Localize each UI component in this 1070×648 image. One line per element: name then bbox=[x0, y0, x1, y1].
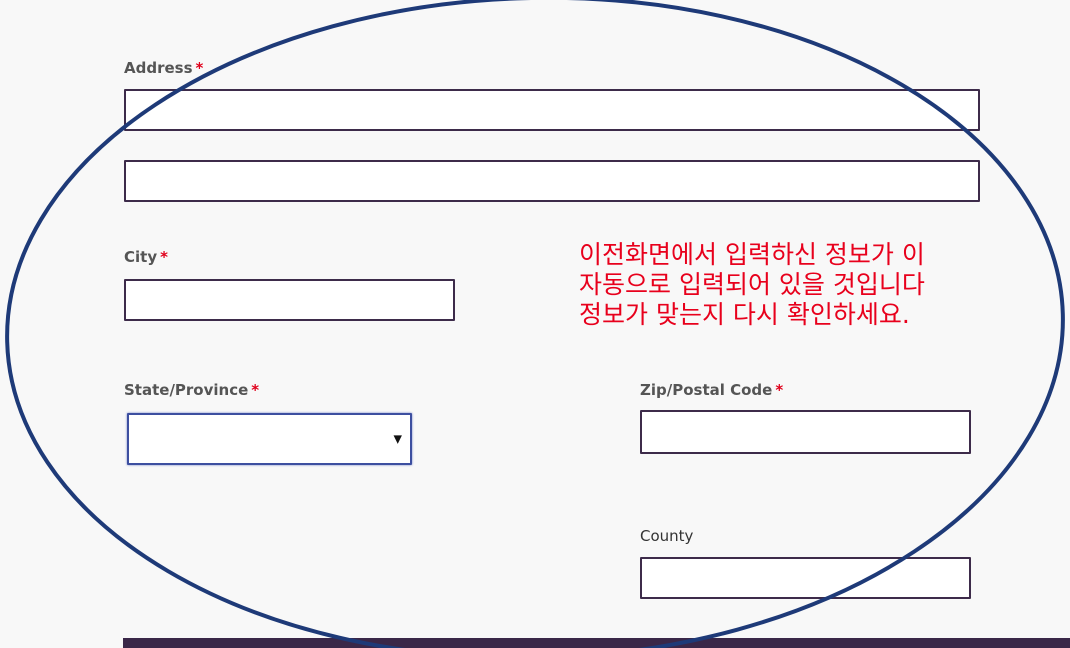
city-required-mark: * bbox=[160, 248, 168, 266]
zip-label: Zip/Postal Code * bbox=[640, 381, 783, 399]
state-required-mark: * bbox=[251, 381, 260, 399]
caret-down-icon: ▼ bbox=[393, 432, 402, 446]
address-label-text: Address bbox=[124, 59, 193, 77]
annotation-note: 이전화면에서 입력하신 정보가 이 자동으로 입력되어 있을 것입니다 정보가 … bbox=[579, 240, 925, 330]
city-input[interactable] bbox=[124, 279, 455, 321]
county-label-text: County bbox=[640, 527, 694, 545]
zip-input[interactable] bbox=[640, 410, 971, 454]
zip-required-mark: * bbox=[775, 381, 784, 399]
county-input[interactable] bbox=[640, 557, 971, 599]
annotation-line-2: 자동으로 입력되어 있을 것입니다 bbox=[579, 270, 925, 299]
section-divider-bar bbox=[123, 638, 1070, 648]
city-label: City * bbox=[124, 248, 168, 266]
county-label: County bbox=[640, 527, 693, 545]
state-select[interactable]: ▼ bbox=[127, 413, 412, 465]
annotation-line-3: 정보가 맞는지 다시 확인하세요. bbox=[579, 300, 910, 329]
city-label-text: City bbox=[124, 248, 158, 266]
zip-label-text: Zip/Postal Code bbox=[640, 381, 773, 399]
state-label: State/Province * bbox=[124, 381, 259, 399]
address-line2-input[interactable] bbox=[124, 160, 980, 202]
address-label: Address * bbox=[124, 59, 203, 77]
address-required-mark: * bbox=[195, 59, 204, 77]
state-label-text: State/Province bbox=[124, 381, 249, 399]
annotation-line-1: 이전화면에서 입력하신 정보가 이 bbox=[579, 240, 925, 269]
address-line1-input[interactable] bbox=[124, 89, 980, 131]
